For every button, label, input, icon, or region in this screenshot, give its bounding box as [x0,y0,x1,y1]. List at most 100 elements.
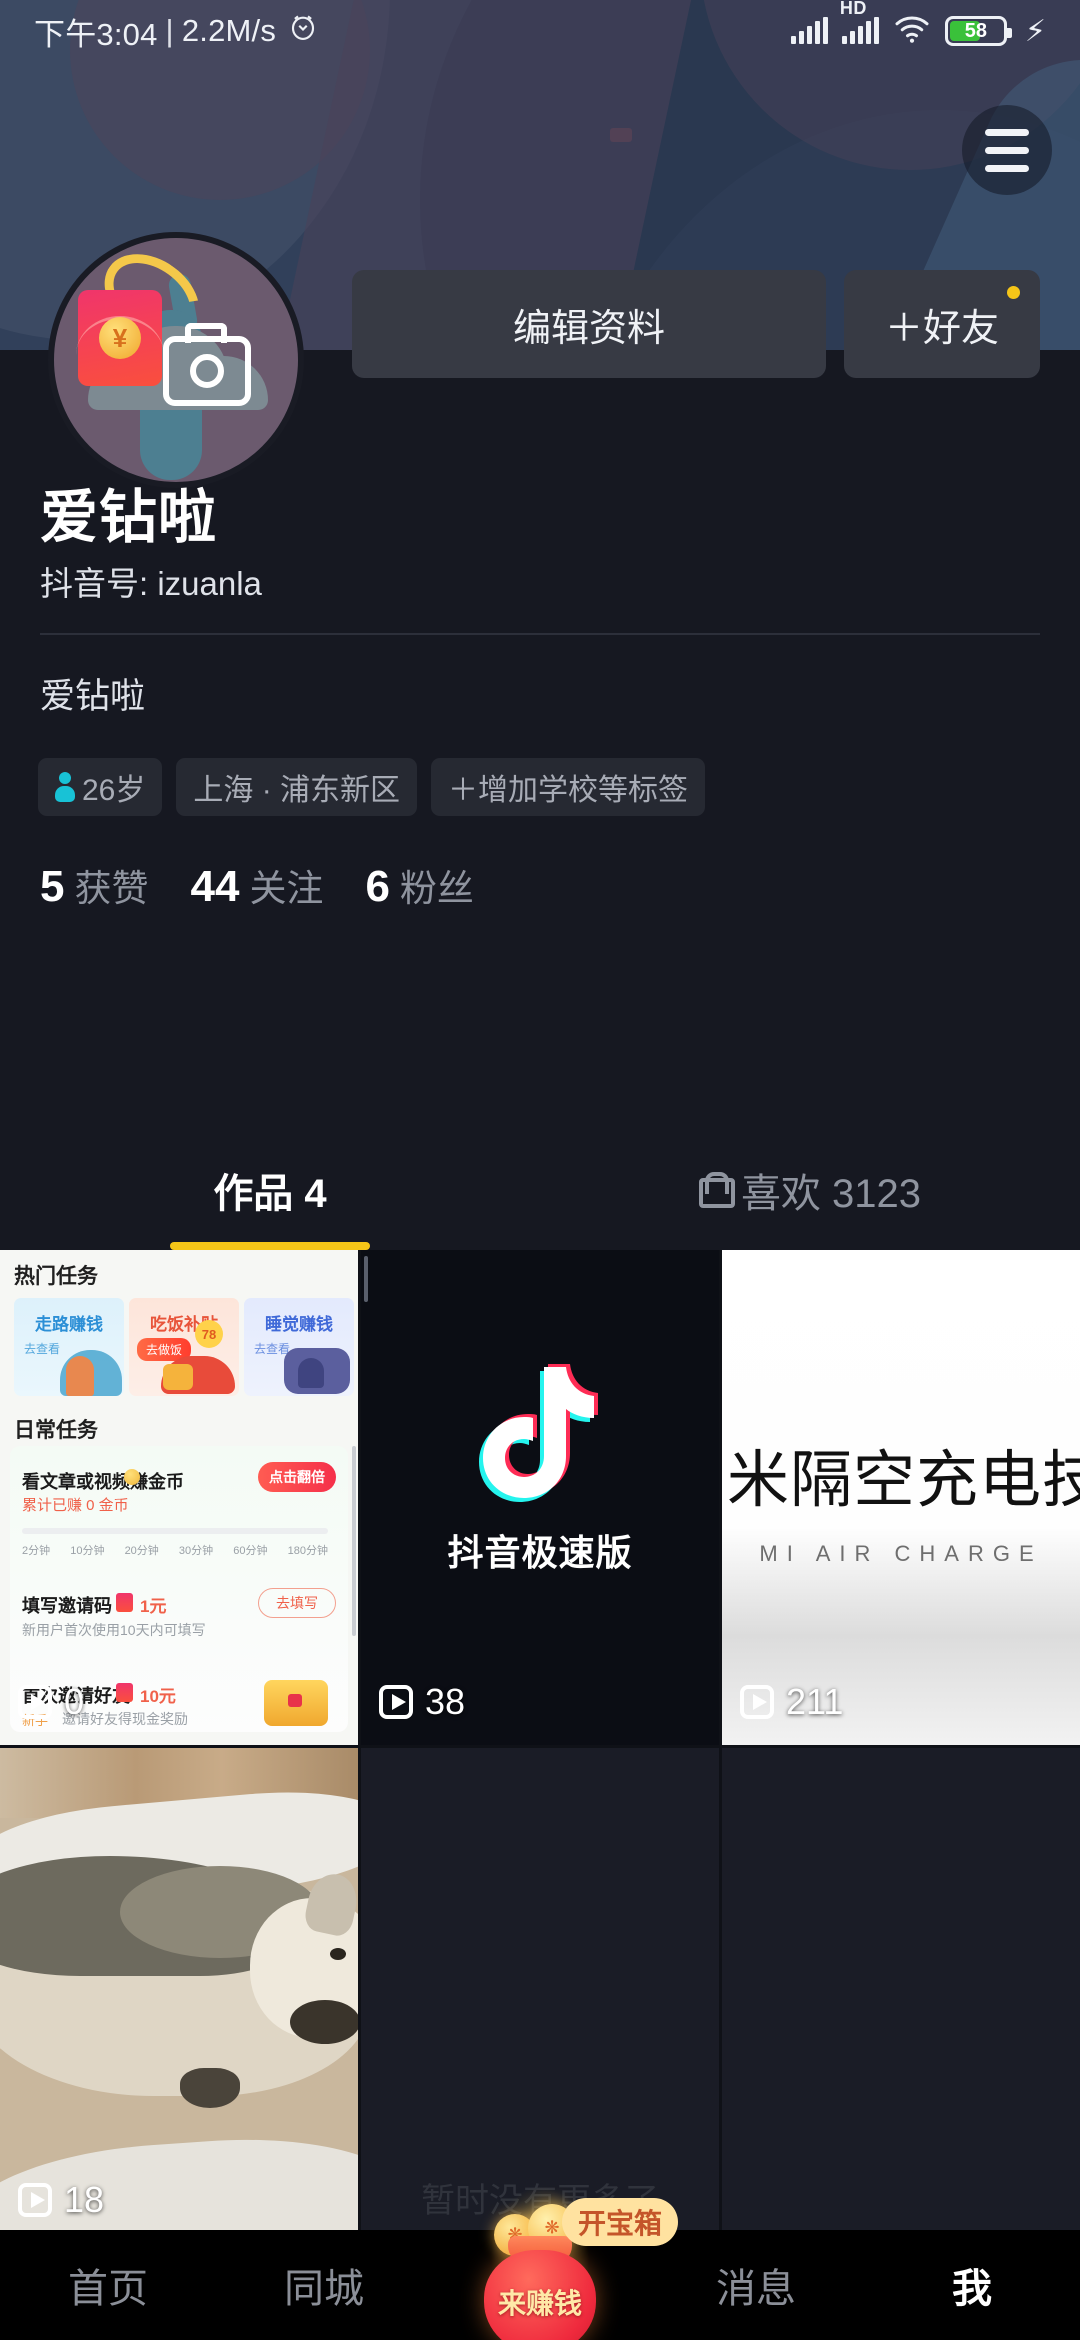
tick-label: 2分钟 [22,1545,51,1557]
tab-works[interactable]: 作品 4 [0,1130,540,1250]
battery-percent: 58 [964,19,988,42]
status-bar-right: HD 58 ⚡ [790,0,1046,49]
tab-active-underline [170,1242,370,1250]
task-card-meal: 吃饭补贴 去做饭 78 [129,1298,239,1396]
status-bar: 下午3:04 | 2.2M/s HD 58 ⚡ [0,0,1080,62]
signal-bars-icon [790,17,828,44]
mi-air-charge-subtitle: MI AIR CHARGE [759,1540,1043,1566]
task1-progress-bar [22,1528,328,1534]
scrollbar [364,1256,368,1302]
douyin-profile-screen: 下午3:04 | 2.2M/s HD 58 ⚡ ¥ 编辑资料 ＋好友 爱钻啦 抖… [0,0,1080,2340]
play-count-badge: 211 [740,1681,843,1723]
task-card-walk-cta: 去查看 [24,1342,61,1356]
red-envelope-icon [116,1593,133,1612]
tab-likes[interactable]: 喜欢 3123 [540,1130,1080,1250]
stat-likes-label: 获赞 [74,868,149,909]
task-section-daily-title: 日常任务 [14,1419,98,1442]
grid-empty-cell [361,1748,719,2243]
yuan-coin-icon: ¥ [99,317,141,359]
camera-icon[interactable] [163,323,251,406]
video-thumbnail-douyin-lite[interactable]: 抖音极速版 38 [361,1250,719,1745]
grid-empty-cell [722,1748,1080,2243]
task2-cta-button: 去填写 [258,1588,336,1618]
red-envelope-icon[interactable]: ¥ [76,290,164,386]
status-bar-left: 下午3:04 | 2.2M/s [34,9,318,54]
task2-subtitle: 新用户首次使用10天内可填写 [22,1622,206,1638]
nav-item-messages[interactable]: 消息 [648,2256,864,2314]
treasure-chest-tooltip[interactable]: 开宝箱 [562,2198,679,2246]
task-card-meal-badge: 78 [195,1320,223,1348]
cover-decoration-dot [610,128,632,142]
video-thumbnail-husky-bathtub[interactable]: 18 [0,1748,358,2243]
tag-location[interactable]: 上海 · 浦东新区 [176,758,418,816]
profile-tags: 26岁 上海 · 浦东新区 ＋增加学校等标签 [38,758,706,816]
play-icon [379,1685,413,1719]
play-count-badge: 38 [379,1681,465,1723]
stat-followers[interactable]: 6 粉丝 [365,858,473,912]
tag-age[interactable]: 26岁 [38,758,163,816]
stat-following-label: 关注 [249,868,324,909]
tag-age-label: 26岁 [82,774,146,807]
nav-item-nearby[interactable]: 同城 [216,2256,432,2314]
play-icon [740,1685,774,1719]
hamburger-menu-icon [985,128,1029,136]
illustration-shape [290,2000,358,2044]
douyin-id[interactable]: 抖音号: izuanla [40,557,262,605]
play-count: 0 [64,1681,85,1722]
video-thumbnail-task-app[interactable]: 热门任务 走路赚钱 去查看 吃饭补贴 去做饭 78 睡觉赚钱 去查看 日常任务 … [0,1250,358,1745]
alarm-icon [288,12,318,50]
nav-item-home[interactable]: 首页 [0,2256,216,2314]
task1-tick-labels: 2分钟 10分钟 20分钟 30分钟 60分钟 180分钟 [22,1542,328,1558]
illustration-shape [330,1948,346,1960]
task-card-walk: 走路赚钱 去查看 [14,1298,124,1396]
stat-likes[interactable]: 5 获赞 [40,858,148,912]
notification-dot [1007,286,1020,299]
nav-item-me[interactable]: 我 [864,2256,1080,2314]
avatar[interactable]: ¥ [48,232,304,488]
tick-label: 20分钟 [124,1545,159,1557]
mi-air-charge-title: 米隔空充电技 [727,1445,1080,1515]
status-separator: | [165,13,174,48]
stat-followers-label: 粉丝 [399,868,474,909]
status-network-speed: 2.2M/s [181,13,277,48]
battery-icon: 58 [944,16,1012,46]
task1-subtitle: 累计已赚 0 金币 [22,1497,129,1514]
scrollbar[interactable] [352,1446,356,1636]
illustration-shape [163,1364,193,1390]
task2-title: 填写邀请码 [22,1596,112,1616]
task-card-walk-title: 走路赚钱 [35,1315,103,1334]
play-count-badge: 0 [18,1681,84,1723]
task-card-sleep-cta: 去查看 [254,1342,291,1356]
money-bag-icon[interactable]: ❋ ❋ 来赚钱 开宝箱 [476,2186,679,2340]
stat-followers-value: 6 [365,862,390,911]
tab-works-label: 作品 4 [213,1172,327,1216]
play-icon [18,1685,52,1719]
stat-following[interactable]: 44 关注 [190,858,323,912]
illustration-shape [180,2068,240,2108]
task-card-sleep: 睡觉赚钱 去查看 [244,1298,354,1396]
charging-bolt-icon: ⚡ [1024,14,1046,48]
tick-label: 60分钟 [233,1545,268,1557]
play-count: 38 [425,1681,466,1722]
treasure-chest-icon [264,1680,328,1726]
profile-section: ¥ 编辑资料 ＋好友 爱钻啦 抖音号: izuanla 爱钻啦 26岁 上海 ·… [0,232,1080,1130]
play-icon [18,2183,52,2217]
play-count: 18 [64,2179,105,2220]
hd-signal-icon: HD [840,0,879,44]
wifi-icon [893,14,931,49]
profile-bio[interactable]: 爱钻啦 [40,668,145,719]
tag-add-school[interactable]: ＋增加学校等标签 [431,758,706,816]
video-thumbnail-mi-air-charge[interactable]: 米隔空充电技 MI AIR CHARGE 211 [722,1250,1080,1745]
stat-following-value: 44 [190,862,240,911]
douyin-lite-label: 抖音极速版 [447,1531,633,1573]
illustration-shape [66,1356,94,1396]
video-grid: 热门任务 走路赚钱 去查看 吃饭补贴 去做饭 78 睡觉赚钱 去查看 日常任务 … [0,1250,1080,2243]
earn-money-label: 来赚钱 [497,2288,582,2319]
add-friend-button[interactable]: ＋好友 [844,270,1040,378]
task1-cta-button: 点击翻倍 [258,1462,336,1492]
play-count: 211 [786,1681,844,1722]
hamburger-menu-button[interactable] [962,105,1052,195]
illustration-shape [298,1358,324,1388]
coin-icon [124,1469,140,1485]
edit-profile-button[interactable]: 编辑资料 [352,270,826,378]
